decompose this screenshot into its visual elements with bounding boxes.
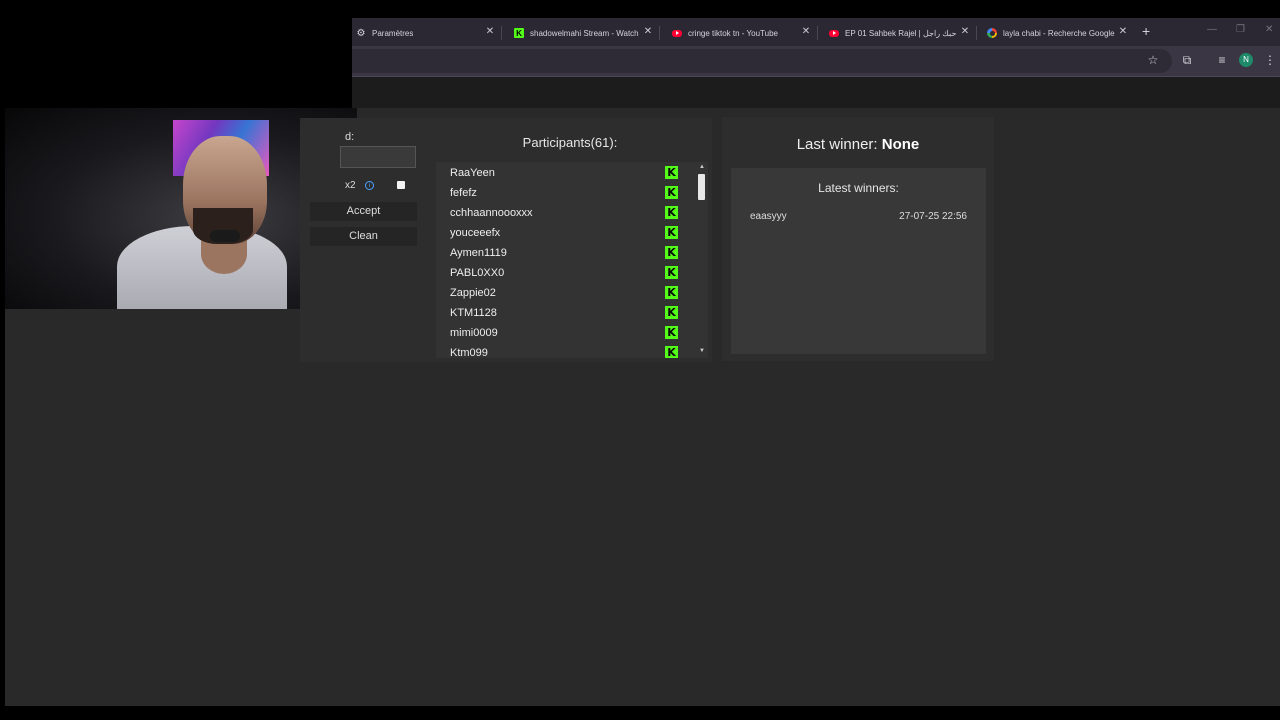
winner-name: eaasyyy (750, 211, 787, 222)
kick-icon: K (665, 166, 678, 179)
tab-title: layla chabi - Recherche Google (1003, 28, 1115, 38)
maximize-icon[interactable]: ❐ (1236, 24, 1245, 35)
bookmark-star-icon[interactable]: ☆ (1145, 53, 1161, 67)
kick-icon: K (665, 306, 678, 319)
participants-title: Participants(61): (522, 135, 618, 150)
tab-separator (659, 26, 660, 40)
tab-title: shadowelmahi Stream - Watch (530, 28, 639, 38)
tab-youtube-sahbek[interactable]: EP 01 Sahbek Rajel | صاحبك راجل ✕ (829, 22, 977, 44)
tab-google-search[interactable]: layla chabi - Recherche Google ✕ (987, 22, 1129, 44)
kick-icon: K (665, 206, 678, 219)
scrollbar-thumb[interactable] (698, 174, 705, 200)
address-bar[interactable] (352, 49, 1172, 73)
last-winner: Last winner: None (722, 136, 994, 153)
list-item[interactable]: KTM1128 K (436, 303, 696, 323)
last-winner-value: None (881, 136, 920, 153)
participant-name: KTM1128 (450, 307, 497, 319)
youtube-icon (829, 29, 839, 37)
accept-button[interactable]: Accept (310, 202, 417, 221)
last-winner-label: Last winner: (796, 136, 878, 153)
scroll-down-icon[interactable]: ▼ (699, 348, 705, 354)
participant-name: Ktm099 (450, 347, 488, 358)
latest-winners-box: Latest winners: eaasyyy 27-07-25 22:56 (731, 168, 986, 354)
list-item[interactable]: mimi0009 K (436, 323, 696, 343)
winner-date: 27-07-25 22:56 (899, 211, 967, 222)
participant-name: youceeefx (450, 227, 501, 239)
kick-icon: K (665, 286, 678, 299)
tab-separator (501, 26, 502, 40)
close-icon[interactable]: ✕ (642, 26, 654, 37)
minimize-icon[interactable]: — (1207, 24, 1217, 35)
kick-icon: K (665, 266, 678, 279)
participant-name: fefefz (450, 187, 477, 199)
option-checkbox[interactable] (397, 181, 405, 189)
microphone (210, 230, 240, 242)
list-item[interactable]: Zappie02 K (436, 283, 696, 303)
tab-youtube-cringe[interactable]: cringe tiktok tn - YouTube ✕ (672, 22, 818, 44)
new-tab-button[interactable]: + (1142, 23, 1150, 39)
google-icon (987, 28, 997, 38)
participant-name: RaaYeen (450, 167, 495, 179)
scroll-up-icon[interactable]: ▲ (699, 164, 705, 170)
media-controls-icon[interactable]: ≡ (1214, 53, 1230, 67)
kick-icon: K (665, 346, 678, 358)
youtube-icon (672, 29, 682, 37)
tab-settings[interactable]: ⚙ Paramètres ✕ (356, 22, 502, 44)
list-item[interactable]: PABL0XX0 K (436, 263, 696, 283)
kick-icon: K (665, 326, 678, 339)
close-window-icon[interactable]: ✕ (1265, 24, 1273, 35)
list-item[interactable]: RaaYeen K (436, 163, 696, 183)
browser-toolbar: ☆ ⧉ ≡ N ⋮ (352, 46, 1280, 77)
list-item[interactable]: youceeefx K (436, 223, 696, 243)
close-icon[interactable]: ✕ (484, 26, 496, 37)
list-item[interactable]: fefefz K (436, 183, 696, 203)
close-icon[interactable]: ✕ (1117, 26, 1129, 37)
list-item[interactable]: cchhaannoooxxx K (436, 203, 696, 223)
command-label: d: (345, 131, 355, 143)
menu-icon[interactable]: ⋮ (1262, 53, 1278, 67)
tab-separator (817, 26, 818, 40)
browser-tab-bar: ⚙ Paramètres ✕ K shadowelmahi Stream - W… (352, 18, 1280, 46)
kick-icon: K (665, 186, 678, 199)
close-icon[interactable]: ✕ (959, 26, 971, 37)
kick-icon: K (665, 246, 678, 259)
participant-name: PABL0XX0 (450, 267, 505, 279)
option-label: x2 (345, 180, 356, 191)
tab-kick-stream[interactable]: K shadowelmahi Stream - Watch ✕ (514, 22, 660, 44)
participant-name: cchhaannoooxxx (450, 207, 533, 219)
page-header-strip (352, 77, 1280, 108)
tab-title: EP 01 Sahbek Rajel | صاحبك راجل (845, 28, 957, 38)
profile-avatar[interactable]: N (1239, 53, 1253, 67)
gear-icon: ⚙ (356, 27, 366, 39)
participant-name: Aymen1119 (450, 247, 507, 259)
command-input[interactable] (340, 146, 416, 168)
tab-separator (976, 26, 977, 40)
participants-scrollbar[interactable]: ▲ ▼ (696, 162, 708, 358)
tab-title: Paramètres (372, 28, 414, 38)
participant-name: Zappie02 (450, 287, 496, 299)
kick-icon: K (514, 28, 524, 38)
clean-button[interactable]: Clean (310, 227, 417, 246)
info-icon[interactable]: i (365, 181, 374, 190)
latest-winners-title: Latest winners: (818, 181, 899, 195)
list-item[interactable]: Aymen1119 K (436, 243, 696, 263)
kick-icon: K (665, 226, 678, 239)
list-item[interactable]: Ktm099 K (436, 343, 696, 358)
tab-title: cringe tiktok tn - YouTube (688, 28, 778, 38)
participants-list[interactable]: RaaYeen K fefefz K cchhaannoooxxx K youc… (436, 162, 708, 358)
participant-name: mimi0009 (450, 327, 498, 339)
close-icon[interactable]: ✕ (800, 26, 812, 37)
extensions-icon[interactable]: ⧉ (1179, 53, 1195, 68)
